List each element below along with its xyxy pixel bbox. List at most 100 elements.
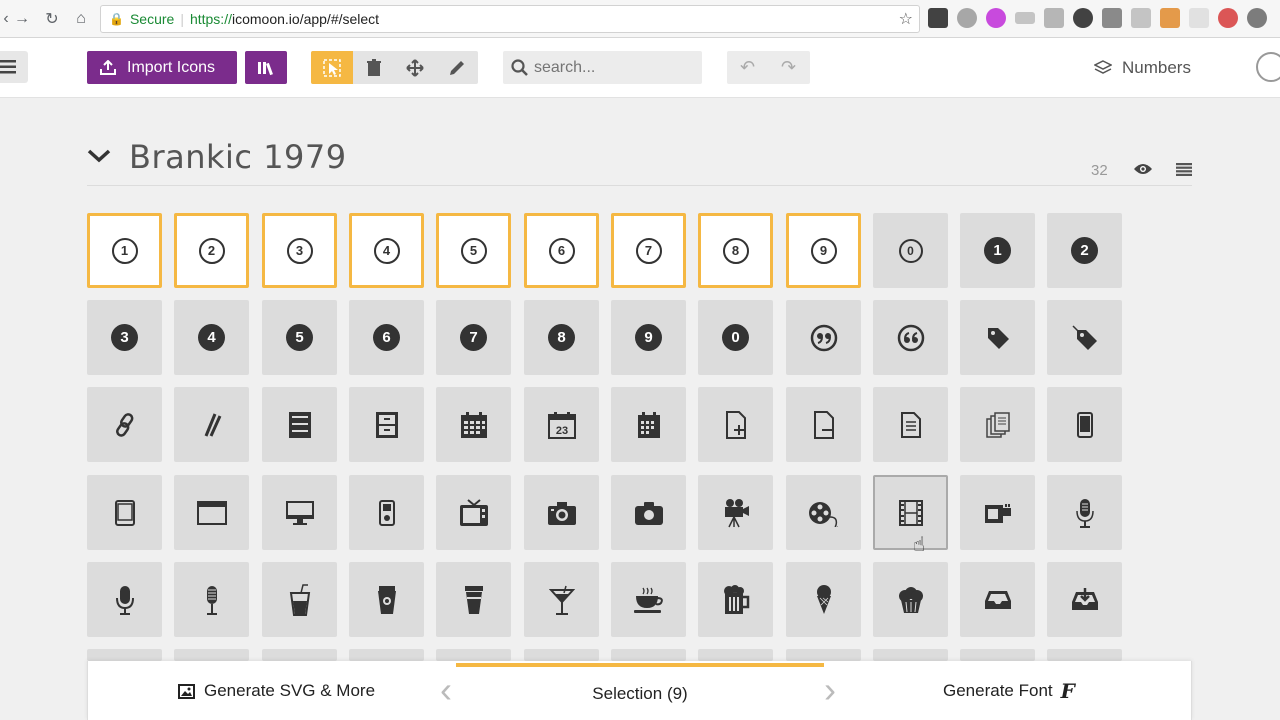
collapse-chevron-icon[interactable] [87, 148, 111, 164]
icon-tile[interactable]: 3 [262, 213, 337, 288]
icon-tile[interactable] [698, 562, 773, 637]
delete-tool-button[interactable] [353, 51, 395, 84]
icon-tile[interactable]: 5 [436, 213, 511, 288]
extension-icon[interactable] [986, 8, 1006, 28]
icon-tile[interactable] [349, 475, 424, 550]
bookmark-star-icon[interactable]: ☆ [899, 9, 913, 29]
extension-icon[interactable] [1015, 12, 1035, 24]
icon-tile[interactable] [611, 475, 686, 550]
undo-button[interactable]: ↶ [727, 51, 768, 84]
icon-tile[interactable]: 5 [262, 300, 337, 375]
extension-icon[interactable] [1218, 8, 1238, 28]
icon-tile[interactable]: 2 [1047, 213, 1122, 288]
library-button[interactable] [245, 51, 287, 84]
eye-icon[interactable] [1133, 162, 1153, 176]
icon-tile[interactable] [611, 562, 686, 637]
icon-tile[interactable] [524, 562, 599, 637]
icon-tile[interactable] [873, 475, 948, 550]
icon-tile[interactable] [786, 387, 861, 462]
icon-tile[interactable] [786, 475, 861, 550]
icon-tile[interactable] [698, 387, 773, 462]
icon-tile[interactable] [1047, 475, 1122, 550]
icon-tile[interactable] [349, 387, 424, 462]
icon-tile[interactable] [873, 387, 948, 462]
main-menu-button[interactable] [0, 51, 28, 83]
icon-tile[interactable]: 9 [611, 300, 686, 375]
icon-tile[interactable] [960, 300, 1035, 375]
forward-icon[interactable]: → [10, 7, 34, 31]
icon-tile[interactable] [873, 562, 948, 637]
icon-tile[interactable]: 7 [611, 213, 686, 288]
icon-tile[interactable] [174, 562, 249, 637]
icon-tile[interactable] [262, 387, 337, 462]
extension-icon[interactable] [1131, 8, 1151, 28]
selection-prev-icon[interactable]: ‹ [440, 669, 452, 711]
icon-tile[interactable] [436, 475, 511, 550]
selection-next-icon[interactable]: › [824, 669, 836, 711]
extension-icon[interactable] [957, 8, 977, 28]
project-selector[interactable]: Numbers [1094, 58, 1191, 78]
icon-tile[interactable]: 0 [698, 300, 773, 375]
edit-tool-button[interactable] [436, 51, 478, 84]
icon-tile[interactable] [349, 562, 424, 637]
extension-icon[interactable] [1160, 8, 1180, 28]
icon-tile[interactable] [262, 475, 337, 550]
icon-tile[interactable] [524, 475, 599, 550]
icon-tile[interactable]: 8 [524, 300, 599, 375]
account-avatar[interactable] [1256, 52, 1280, 82]
icon-tile[interactable] [87, 562, 162, 637]
icon-tile[interactable]: 1 [87, 213, 162, 288]
icon-tile[interactable] [960, 562, 1035, 637]
icon-tile[interactable]: 6 [349, 300, 424, 375]
icon-tile[interactable] [87, 475, 162, 550]
import-icons-button[interactable]: Import Icons [87, 51, 237, 84]
icon-tile[interactable] [1047, 300, 1122, 375]
icon-tile[interactable] [174, 387, 249, 462]
icon-tile[interactable] [611, 387, 686, 462]
set-menu-icon[interactable] [1176, 163, 1192, 176]
icon-tile[interactable] [960, 649, 1035, 661]
icon-tile[interactable] [174, 649, 249, 661]
move-tool-button[interactable] [395, 51, 437, 84]
icon-tile[interactable] [262, 649, 337, 661]
icon-tile[interactable] [960, 475, 1035, 550]
icon-tile[interactable]: 8 [698, 213, 773, 288]
icon-tile[interactable] [349, 649, 424, 661]
extension-icon[interactable] [1189, 8, 1209, 28]
icon-tile[interactable] [1047, 387, 1122, 462]
icon-tile[interactable] [611, 649, 686, 661]
icon-tile[interactable] [873, 300, 948, 375]
icon-tile[interactable]: 9 [786, 213, 861, 288]
redo-button[interactable]: ↷ [768, 51, 809, 84]
icon-tile[interactable] [174, 475, 249, 550]
icon-tile[interactable]: 4 [174, 300, 249, 375]
icon-tile[interactable]: 6 [524, 213, 599, 288]
icon-tile[interactable] [436, 562, 511, 637]
extension-icon[interactable] [1102, 8, 1122, 28]
search-box[interactable] [503, 51, 702, 84]
address-bar[interactable]: 🔒 Secure | https:// icomoon.io/app/#/sel… [100, 5, 920, 33]
extension-icon[interactable] [1044, 8, 1064, 28]
icon-tile[interactable] [786, 562, 861, 637]
generate-font-button[interactable]: Generate Font F [943, 679, 1075, 703]
icon-tile[interactable] [960, 387, 1035, 462]
icon-tile[interactable]: 2 [174, 213, 249, 288]
icon-tile[interactable] [87, 649, 162, 661]
icon-tile[interactable] [87, 387, 162, 462]
icon-tile[interactable] [524, 649, 599, 661]
icon-tile[interactable] [786, 300, 861, 375]
icon-tile[interactable]: 0 [873, 213, 948, 288]
extension-icon[interactable] [1247, 8, 1267, 28]
extension-icon[interactable] [928, 8, 948, 28]
icon-tile[interactable] [436, 649, 511, 661]
icon-tile[interactable] [1047, 649, 1122, 661]
select-tool-button[interactable] [311, 51, 353, 84]
icon-tile[interactable] [1047, 562, 1122, 637]
reload-icon[interactable]: ↻ [40, 7, 64, 31]
icon-tile[interactable] [698, 649, 773, 661]
home-icon[interactable]: ⌂ [69, 7, 93, 31]
icon-tile[interactable] [786, 649, 861, 661]
icon-tile[interactable]: 4 [349, 213, 424, 288]
selection-tab[interactable]: Selection (9) [456, 663, 824, 720]
icon-tile[interactable] [436, 387, 511, 462]
